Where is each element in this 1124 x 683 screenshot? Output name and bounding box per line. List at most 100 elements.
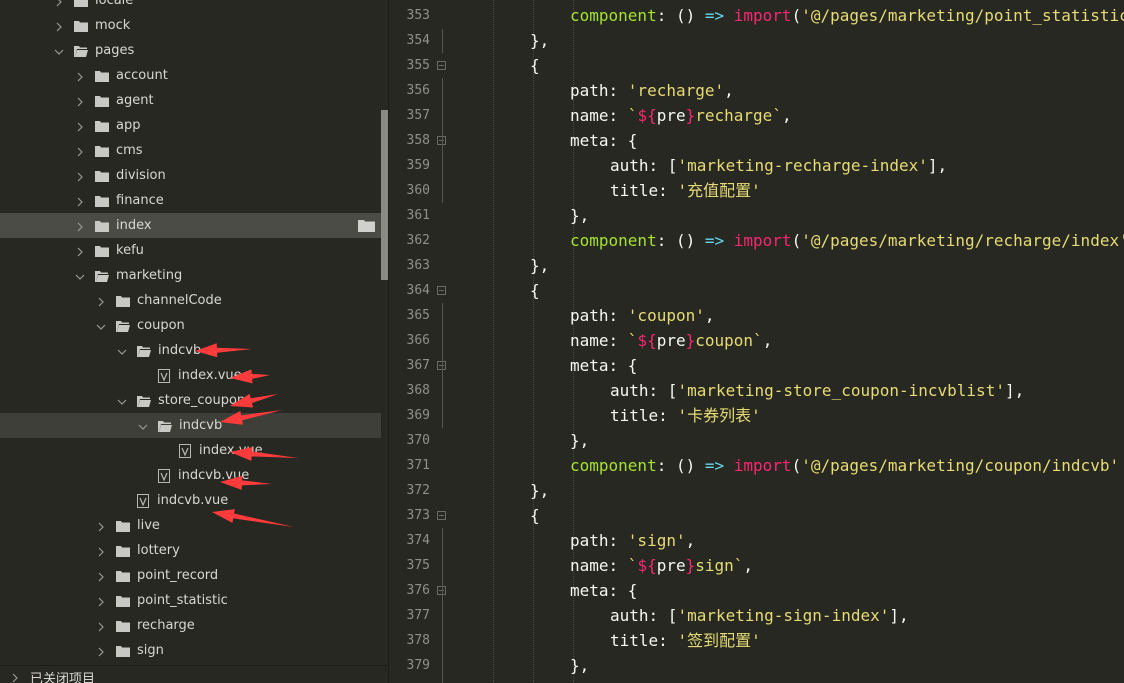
tree-folder-item[interactable]: store_coupon [0, 388, 381, 413]
tree-folder-item[interactable]: cms [0, 138, 381, 163]
code-token: '@/pages/marketing/recharge/index' [801, 231, 1124, 250]
code-line[interactable]: name: `${pre}sign`, [570, 553, 753, 578]
chevron-right-icon[interactable] [75, 196, 85, 206]
chevron-right-icon[interactable] [75, 171, 85, 181]
code-line[interactable]: component: () => import('@/pages/marketi… [570, 228, 1124, 253]
tree-file-item[interactable]: index.vue [0, 363, 381, 388]
code-line[interactable]: path: 'coupon', [570, 303, 715, 328]
tree-folder-item[interactable]: agent [0, 88, 381, 113]
code-line[interactable]: { [530, 503, 540, 528]
chevron-right-icon[interactable] [96, 646, 106, 656]
chevron-right-icon[interactable] [75, 221, 85, 231]
tree-folder-item[interactable]: indcvb [0, 413, 381, 438]
code-line[interactable]: auth: ['marketing-sign-index'], [610, 603, 909, 628]
code-line[interactable]: component: () => import('@/pages/marketi… [570, 3, 1124, 28]
tree-item-label: agent [116, 93, 154, 108]
code-line[interactable]: }, [530, 478, 549, 503]
code-line[interactable]: { [530, 278, 540, 303]
tree-folder-item[interactable]: division [0, 163, 381, 188]
tree-folder-item[interactable]: coupon [0, 313, 381, 338]
chevron-down-icon[interactable] [138, 421, 148, 431]
code-line[interactable]: }, [570, 428, 589, 453]
tree-folder-item[interactable]: sign [0, 638, 381, 663]
chevron-right-icon[interactable] [75, 246, 85, 256]
code-token: meta: { [570, 581, 638, 600]
tree-folder-item[interactable]: indcvb [0, 338, 381, 363]
chevron-right-icon[interactable] [96, 571, 106, 581]
chevron-right-icon[interactable] [96, 546, 106, 556]
code-token: } [685, 331, 696, 350]
chevron-down-icon[interactable] [117, 396, 127, 406]
closed-projects-section[interactable]: 已关闭项目 [0, 668, 388, 683]
code-token: name: [570, 331, 628, 350]
code-line[interactable]: path: 'sign', [570, 528, 695, 553]
code-line[interactable]: meta: { [570, 578, 637, 603]
tree-folder-item[interactable]: account [0, 63, 381, 88]
sidebar-scrollbar[interactable] [381, 110, 388, 280]
tree-folder-item[interactable]: kefu [0, 238, 381, 263]
fold-toggle-icon[interactable] [437, 286, 446, 295]
tree-folder-item[interactable]: lottery [0, 538, 381, 563]
code-line[interactable]: name: `${pre}coupon`, [570, 328, 772, 353]
code-line[interactable]: { [530, 53, 540, 78]
code-token: } [685, 556, 696, 575]
code-line[interactable]: title: '充值配置' [610, 178, 761, 203]
tree-folder-item[interactable]: finance [0, 188, 381, 213]
code-token: pre [656, 331, 686, 350]
tree-file-item[interactable]: indcvb.vue [0, 463, 381, 488]
fold-toggle-icon[interactable] [437, 511, 446, 520]
code-token: sign` [695, 556, 744, 575]
chevron-right-icon[interactable] [75, 146, 85, 156]
code-editor[interactable]: 353 354 355 356 357 358 359 360 361 362 363 364 365 3… [390, 0, 1124, 683]
chevron-down-icon[interactable] [117, 346, 127, 356]
chevron-right-icon[interactable] [75, 71, 85, 81]
line-number: 361 [406, 208, 430, 223]
tree-folder-item[interactable]: point_record [0, 563, 381, 588]
chevron-right-icon[interactable] [96, 621, 106, 631]
chevron-down-icon[interactable] [96, 321, 106, 331]
chevron-right-icon[interactable] [96, 521, 106, 531]
code-line[interactable]: title: '卡券列表' [610, 403, 761, 428]
chevron-right-icon[interactable] [96, 596, 106, 606]
chevron-right-icon[interactable] [96, 296, 106, 306]
chevron-right-icon[interactable] [54, 0, 64, 6]
chevron-right-icon[interactable] [75, 121, 85, 131]
code-line[interactable]: }, [530, 28, 549, 53]
code-line[interactable]: title: '签到配置' [610, 628, 761, 653]
chevron-right-icon[interactable] [54, 21, 64, 31]
code-token: recharge` [695, 106, 782, 125]
chevron-down-icon[interactable] [75, 271, 85, 281]
code-line[interactable]: path: 'recharge', [570, 78, 734, 103]
tree-folder-item[interactable]: marketing [0, 263, 381, 288]
code-line[interactable]: name: `${pre}recharge`, [570, 103, 792, 128]
code-line[interactable]: meta: { [570, 128, 637, 153]
tree-folder-item[interactable]: mock [0, 13, 381, 38]
code-token: component [570, 6, 657, 25]
tree-folder-item[interactable]: channelCode [0, 288, 381, 313]
tree-file-item[interactable]: index.vue [0, 438, 381, 463]
open-folder-icon[interactable] [358, 219, 375, 232]
code-token: 'recharge' [627, 81, 725, 100]
code-line[interactable]: }, [570, 653, 589, 678]
tree-folder-item[interactable]: point_statistic [0, 588, 381, 613]
tree-folder-item[interactable]: recharge [0, 613, 381, 638]
tree-folder-item[interactable]: app [0, 113, 381, 138]
chevron-down-icon[interactable] [54, 46, 64, 56]
code-line[interactable]: auth: ['marketing-recharge-index'], [610, 153, 947, 178]
code-line[interactable]: component: () => import('@/pages/marketi… [570, 453, 1119, 478]
code-line[interactable]: meta: { [570, 353, 637, 378]
tree-folder-item[interactable]: pages [0, 38, 381, 63]
tree-folder-item[interactable]: live [0, 513, 381, 538]
code-line[interactable]: }, [530, 253, 549, 278]
code-token: ], [1004, 381, 1025, 400]
tree-folder-item[interactable]: index [0, 213, 381, 238]
code-token: ${ [637, 106, 657, 125]
folder-icon [95, 170, 109, 182]
tree-folder-item[interactable]: locale [0, 0, 381, 13]
code-line[interactable]: auth: ['marketing-store_coupon-incvblist… [610, 378, 1024, 403]
fold-toggle-icon[interactable] [437, 61, 446, 70]
chevron-right-icon[interactable] [75, 96, 85, 106]
code-line[interactable]: }, [570, 203, 589, 228]
tree-file-item[interactable]: indcvb.vue [0, 488, 381, 513]
code-token: component [570, 456, 657, 475]
